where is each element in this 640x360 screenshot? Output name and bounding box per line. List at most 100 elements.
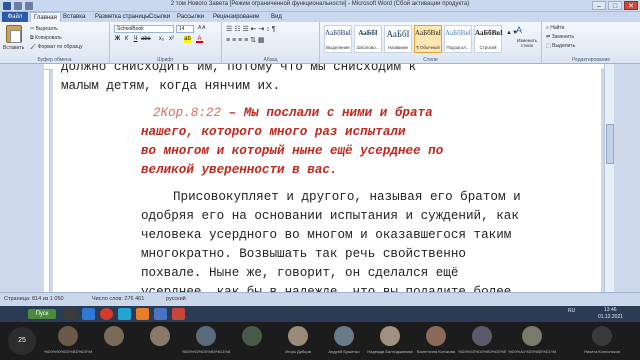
font-size-select[interactable]: 14 (176, 25, 194, 33)
skype-icon[interactable] (118, 308, 131, 320)
clock-time[interactable]: 13:46 (604, 307, 617, 313)
participant-tile[interactable]: %D0%90%D0%BD%D0%B4%D1%80 (44, 322, 92, 360)
verse-line: во многом и который ныне ещё усерднее по (141, 144, 444, 158)
scroll-thumb[interactable] (606, 124, 614, 164)
language[interactable]: русский (166, 296, 186, 302)
participant-count[interactable]: 25 (8, 327, 36, 355)
participant-tile[interactable] (138, 322, 182, 360)
minimize-button[interactable]: – (592, 1, 606, 10)
editing-group: ⌕ Найти ⇄ Заменить ⬚ Выделить Редактиров… (542, 22, 640, 64)
highlight-color-icon[interactable]: ab (184, 36, 191, 43)
participant-tile[interactable]: Андрей Бушенко (322, 322, 366, 360)
participant-tile[interactable]: %D0%92%D0%B0%D0%BB%D0%B5... (458, 322, 506, 360)
tab-insert[interactable]: Вставка (60, 12, 88, 22)
underline-button[interactable]: Ч (132, 36, 139, 43)
editing-group-label: Редактирование (571, 57, 611, 63)
clock-date[interactable]: 01.12.2021 (598, 314, 623, 320)
participant-tile[interactable]: Валентина Котикова (414, 322, 458, 360)
paragraph-group-label: Абзац (263, 57, 278, 63)
pdf-icon[interactable] (172, 308, 185, 320)
maximize-button[interactable]: □ (608, 1, 622, 10)
change-styles-button[interactable]: Изменить стили (514, 38, 540, 48)
avatar (592, 326, 612, 346)
tab-file[interactable]: Файл (2, 12, 28, 22)
app-icon[interactable] (136, 308, 149, 320)
styles-group: АаБбВвІ Выделение АаБбІ Заголово... АаБбI Н… (320, 22, 542, 64)
doc-line: усерднее, как бы в надежде, что вы подад… (141, 285, 512, 292)
side-panel (614, 64, 640, 292)
chrome-icon[interactable] (100, 308, 113, 320)
ribbon: Вставить ✂ Вырезать ⧉ Копировать 🖌 Форма… (0, 22, 640, 64)
participant-tile[interactable] (92, 322, 136, 360)
tab-references[interactable]: Ссылки (146, 12, 173, 22)
find-button[interactable]: ⌕ Найти (546, 25, 564, 31)
word-count[interactable]: Число слов: 276 461 (92, 296, 144, 302)
title-bar: 2 том Нового Завета [Режим ограниченной … (0, 0, 640, 12)
clipboard-group-label: Буфер обмена (37, 57, 72, 63)
tab-view[interactable]: Вид (268, 12, 285, 22)
doc-line: Присовокупляет и другого, называя его бр… (173, 190, 521, 204)
avatar (104, 326, 124, 346)
avatar (196, 326, 216, 346)
superscript-button[interactable]: x² (168, 36, 175, 43)
page-count[interactable]: Страница: 814 из 1 050 (4, 296, 64, 302)
tab-mailings[interactable]: Рассылки (174, 12, 207, 22)
document-page[interactable]: должно снисходить им, потому что мы снис… (53, 64, 601, 292)
tab-home[interactable]: Главная (30, 12, 61, 22)
style-normal[interactable]: АаБбВвІ ¶ Обычный (414, 25, 442, 53)
ribbon-tabs: Файл Главная Вставка Разметка страницы С… (0, 12, 640, 22)
doc-line: человека усердного во многом и оказавшег… (141, 228, 512, 242)
paste-icon[interactable] (6, 25, 22, 43)
participant-tile[interactable]: Надежда Балтиджанова (367, 322, 413, 360)
font-color-icon[interactable]: A (196, 36, 203, 43)
avatar (522, 326, 542, 346)
vscode-icon[interactable] (82, 308, 95, 320)
participant-tile[interactable] (230, 322, 274, 360)
format-painter-button[interactable]: 🖌 Формат по образцу (30, 44, 83, 50)
participant-tile[interactable]: %D0%A1%D0%B5%D1%80%D0%B3... (508, 322, 556, 360)
vertical-ruler[interactable] (44, 70, 50, 292)
tab-page-layout[interactable]: Разметка страницы (92, 12, 152, 22)
verse-reference: 2Кор.8:22 (153, 106, 222, 120)
cut-button[interactable]: ✂ Вырезать (30, 26, 58, 32)
style-title[interactable]: АаБбI Название (384, 25, 412, 53)
italic-button[interactable]: К (123, 36, 130, 43)
vertical-scrollbar[interactable] (604, 64, 614, 292)
subscript-button[interactable]: x₂ (158, 36, 165, 43)
style-subtitle[interactable]: АаБбВвІ Подзагол... (444, 25, 472, 53)
style-heading[interactable]: АаБбІ Заголово... (354, 25, 382, 53)
copy-button[interactable]: ⧉ Копировать (30, 35, 62, 41)
font-name-select[interactable]: SchoolBook (114, 25, 174, 33)
align-icons[interactable]: ≡ ≡ ≡ ≡ ⇅ ▦ (226, 36, 265, 44)
select-button[interactable]: ⬚ Выделить (546, 43, 575, 49)
bold-button[interactable]: Ж (114, 36, 121, 43)
bullets-icon[interactable]: ☰ ☷ ☰ ⇤ ⇥ ↕ ¶ (226, 25, 276, 33)
replace-button[interactable]: ⇄ Заменить (546, 34, 574, 40)
style-emphasis[interactable]: АаБбВвІ Выделение (324, 25, 352, 53)
status-bar: Страница: 814 из 1 050 Число слов: 276 4… (0, 292, 640, 306)
taskbar: Пуск RU 13:46 01.12.2021 (0, 306, 640, 322)
participant-tile[interactable]: %D0%92%D0%B0%D1%81%D0%B8... (182, 322, 230, 360)
avatar (242, 326, 262, 346)
participant-tile[interactable]: Никита Колесников (580, 322, 624, 360)
window-title: 2 том Нового Завета [Режим ограниченной … (170, 1, 470, 7)
participant-tile[interactable]: Игорь Дибцов (276, 322, 320, 360)
strikethrough-button[interactable]: abc (141, 36, 151, 43)
doc-line: похвале. Ныне же, говорит, он сделался е… (141, 266, 459, 280)
terminal-icon[interactable] (64, 308, 77, 320)
start-button[interactable]: Пуск (28, 309, 56, 319)
style-strong[interactable]: АаБбВвІ Строгий (474, 25, 503, 53)
clipboard-group: Вставить ✂ Вырезать ⧉ Копировать 🖌 Форма… (0, 22, 110, 64)
keyboard-language[interactable]: RU (568, 308, 575, 314)
paste-button[interactable]: Вставить (3, 45, 24, 51)
word-taskbar-icon[interactable] (154, 308, 167, 320)
verse-line: великой уверенности в вас. (141, 163, 338, 177)
avatar (150, 326, 170, 346)
tab-review[interactable]: Рецензирование (210, 12, 262, 22)
change-styles-icon[interactable]: A (516, 25, 522, 35)
paragraph-group: ☰ ☷ ☰ ⇤ ⇥ ↕ ¶ ≡ ≡ ≡ ≡ ⇅ ▦ Абзац (222, 22, 320, 64)
avatar (380, 326, 400, 346)
grow-font-icon[interactable]: A A (198, 25, 206, 31)
close-button[interactable]: ✕ (624, 1, 638, 10)
brush-icon: 🖌 (30, 44, 38, 50)
